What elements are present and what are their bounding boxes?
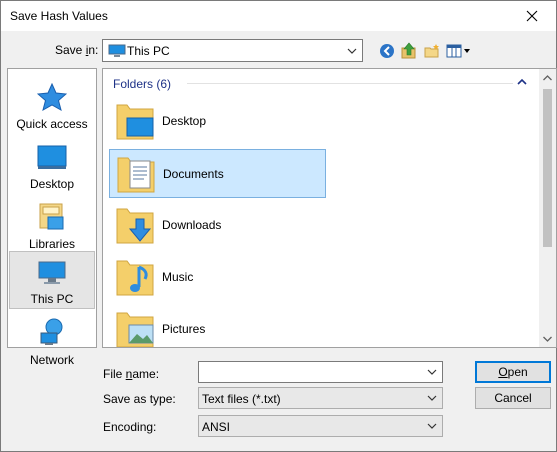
pictures-folder-icon [116, 312, 154, 347]
downloads-folder-icon [116, 208, 154, 244]
place-label: This PC [30, 292, 74, 306]
place-network[interactable]: Network [9, 313, 95, 371]
view-menu-icon [446, 44, 470, 58]
chevron-down-icon [342, 40, 362, 61]
folder-label: Pictures [162, 322, 206, 336]
documents-folder-icon [117, 157, 155, 193]
place-label: Desktop [29, 177, 75, 191]
title-bar: Save Hash Values [1, 1, 556, 31]
star-icon [37, 83, 67, 111]
folder-item-documents[interactable]: Documents [109, 149, 326, 198]
folder-item-pictures[interactable]: Pictures [109, 305, 326, 347]
save-in-value: This PC [127, 43, 170, 58]
file-name-input[interactable] [198, 361, 443, 383]
group-divider [187, 83, 513, 84]
dialog-title: Save Hash Values [10, 9, 108, 23]
save-as-type-value: Text files (*.txt) [202, 392, 281, 406]
chevron-down-icon[interactable] [422, 362, 442, 382]
computer-icon [38, 261, 66, 284]
up-folder-icon [401, 42, 416, 59]
desktop-icon [37, 145, 67, 169]
save-in-dropdown[interactable]: This PC [102, 39, 363, 62]
up-folder-button[interactable] [398, 40, 420, 62]
save-dialog: Save Hash Values Save in: This PC Quick … [0, 0, 557, 452]
libraries-icon [39, 203, 64, 230]
place-label: Network [29, 353, 74, 367]
place-quick-access[interactable]: Quick access [9, 77, 95, 135]
save-as-type-label: Save as type: [103, 392, 176, 406]
desktop-folder-icon [116, 104, 154, 140]
save-as-type-select[interactable]: Text files (*.txt) [198, 387, 443, 409]
place-label: Libraries [28, 237, 76, 251]
back-button[interactable] [376, 40, 398, 62]
cancel-button[interactable]: Cancel [475, 387, 551, 409]
back-arrow-icon [380, 44, 394, 58]
view-menu-button[interactable] [446, 40, 472, 62]
open-button[interactable]: Open [475, 361, 551, 383]
place-label: Quick access [16, 117, 88, 131]
folder-item-desktop[interactable]: Desktop [109, 97, 326, 146]
collapse-group-icon[interactable] [516, 76, 528, 88]
chevron-down-icon [422, 388, 442, 408]
folder-label: Music [162, 270, 194, 284]
place-desktop[interactable]: Desktop [9, 137, 95, 195]
scroll-up-icon[interactable] [539, 69, 556, 86]
chevron-down-icon [422, 416, 442, 436]
encoding-value: ANSI [202, 420, 231, 434]
folder-label: Desktop [162, 114, 207, 128]
encoding-select[interactable]: ANSI [198, 415, 443, 437]
vertical-scrollbar[interactable] [539, 69, 556, 347]
new-folder-icon [424, 44, 439, 58]
place-libraries[interactable]: Libraries [9, 197, 95, 255]
music-folder-icon [116, 260, 154, 296]
places-bar: Quick access Desktop Libraries This PC N… [7, 68, 97, 367]
file-name-label: File name: [103, 367, 160, 381]
folder-label: Documents [163, 167, 224, 181]
folder-item-downloads[interactable]: Downloads [109, 201, 326, 250]
group-header: Folders (6) [113, 77, 172, 91]
folder-label: Downloads [162, 218, 222, 232]
network-icon [40, 318, 63, 345]
close-button[interactable] [512, 1, 552, 31]
save-in-label: Save in: [55, 43, 99, 57]
file-list: Folders (6) Desktop Documents Downloads … [102, 68, 557, 348]
new-folder-button[interactable] [421, 40, 443, 62]
place-this-pc[interactable]: This PC [9, 251, 95, 309]
scrollbar-thumb[interactable] [543, 89, 552, 247]
close-icon [526, 10, 538, 22]
folder-item-music[interactable]: Music [109, 253, 326, 302]
computer-icon [108, 44, 126, 57]
encoding-label: Encoding: [103, 420, 157, 434]
scroll-down-icon[interactable] [539, 330, 556, 347]
